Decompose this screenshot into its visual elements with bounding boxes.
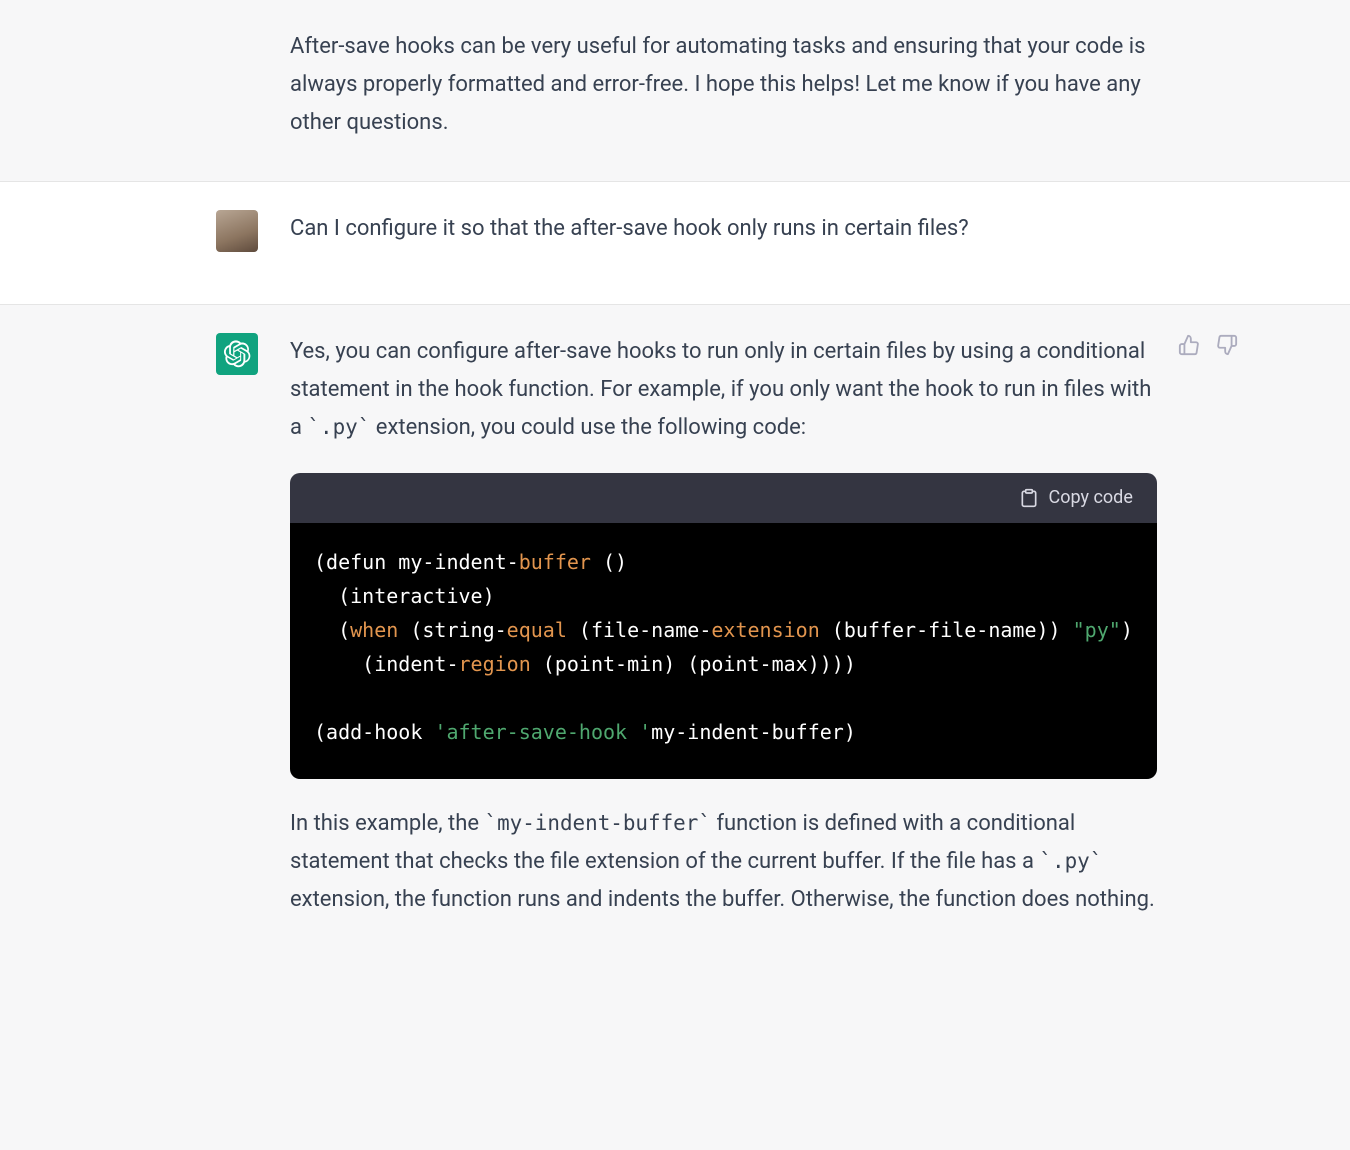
copy-code-button[interactable]: Copy code: [1019, 487, 1133, 508]
copy-code-label: Copy code: [1049, 487, 1133, 508]
openai-logo-icon: [223, 340, 251, 368]
inline-code-fn: `my-indent-buffer`: [485, 811, 711, 835]
thumbs-down-icon: [1216, 334, 1238, 356]
thumbs-up-button[interactable]: [1177, 333, 1201, 357]
assistant-p2: In this example, the `my-indent-buffer` …: [290, 805, 1157, 918]
user-question-text: Can I configure it so that the after-sav…: [290, 210, 1176, 248]
code-block: Copy code (defun my-indent-buffer () (in…: [290, 473, 1157, 779]
feedback-actions: [1177, 333, 1239, 918]
assistant-intro-text: After-save hooks can be very useful for …: [290, 28, 1176, 141]
clipboard-icon: [1019, 488, 1039, 508]
code-header: Copy code: [290, 473, 1157, 523]
assistant-p1: Yes, you can configure after-save hooks …: [290, 333, 1157, 446]
assistant-avatar: [216, 333, 258, 375]
assistant-message-intro: After-save hooks can be very useful for …: [0, 0, 1350, 182]
inline-code-py2: `.py`: [1039, 849, 1102, 873]
user-message: Can I configure it so that the after-sav…: [0, 182, 1350, 305]
code-body: (defun my-indent-buffer () (interactive)…: [290, 523, 1157, 779]
thumbs-up-icon: [1178, 334, 1200, 356]
user-avatar: [216, 210, 258, 252]
inline-code-py: `.py`: [307, 415, 370, 439]
thumbs-down-button[interactable]: [1215, 333, 1239, 357]
assistant-message-answer: Yes, you can configure after-save hooks …: [0, 305, 1350, 958]
